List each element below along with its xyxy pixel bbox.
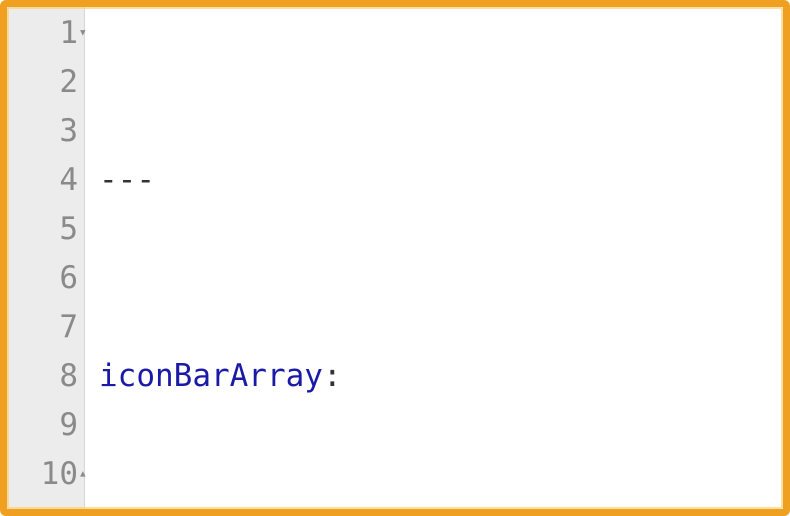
line-number: 8 — [7, 352, 84, 401]
line-number-text: 1 — [59, 15, 78, 51]
line-number: 5 — [7, 205, 84, 254]
line-number-text: 10 — [41, 456, 78, 492]
code-line: --- — [99, 156, 783, 205]
yaml-key: iconBarArray — [99, 358, 323, 394]
code-area[interactable]: --- iconBarArray: - icon: "fa-info-circl… — [85, 7, 783, 509]
line-number: 7 — [7, 303, 84, 352]
line-number-gutter: 1 ▾ 2 3 4 5 6 7 8 9 10 ▴ — [7, 7, 85, 509]
editor-frame: 1 ▾ 2 3 4 5 6 7 8 9 10 ▴ --- iconBarArra… — [0, 0, 790, 516]
line-number: 4 — [7, 156, 84, 205]
line-number: 6 — [7, 254, 84, 303]
line-number: 9 — [7, 401, 84, 450]
line-number: 1 ▾ — [7, 9, 84, 58]
line-number: 2 — [7, 58, 84, 107]
code-line: iconBarArray: — [99, 352, 783, 401]
frontmatter-delim: --- — [99, 162, 155, 198]
line-number: 10 ▴ — [7, 450, 84, 499]
colon: : — [323, 358, 342, 394]
line-number: 3 — [7, 107, 84, 156]
